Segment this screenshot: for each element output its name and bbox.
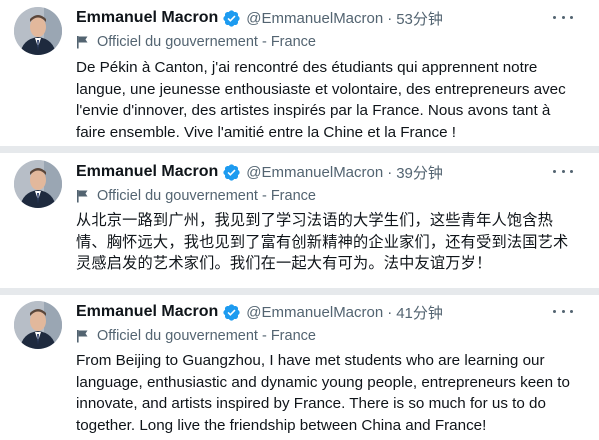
label-text: Officiel du gouvernement - France [97, 328, 316, 344]
separator-dot: · [387, 9, 393, 27]
label-text: Officiel du gouvernement - France [97, 188, 316, 204]
government-label[interactable]: Officiel du gouvernement - France [76, 186, 316, 206]
author-name[interactable]: Emmanuel Macron [76, 9, 218, 27]
government-label[interactable]: Officiel du gouvernement - France [76, 326, 316, 346]
tweet-header: Emmanuel Macron @EmmanuelMacron · 53分钟 [76, 7, 587, 29]
timeline-feed: Emmanuel Macron @EmmanuelMacron · 53分钟 O… [0, 0, 599, 440]
tweet-text: 从北京一路到广州，我见到了学习法语的大学生们，这些青年人饱含热情、胸怀远大，我也… [76, 212, 569, 272]
flag-icon [76, 35, 90, 49]
more-dots-icon[interactable] [553, 9, 573, 25]
timestamp[interactable]: 39分钟 [396, 162, 443, 183]
more-dots-icon[interactable] [553, 163, 573, 179]
tweet-divider [0, 146, 599, 153]
author-handle[interactable]: @EmmanuelMacron [246, 304, 383, 321]
timestamp[interactable]: 53分钟 [396, 8, 443, 29]
flag-icon [76, 329, 90, 343]
separator-dot: · [387, 303, 393, 321]
avatar[interactable] [14, 301, 62, 349]
tweet-text: De Pékin à Canton, j'ai rencontré des ét… [76, 59, 566, 141]
timestamp[interactable]: 41分钟 [396, 302, 443, 323]
government-label[interactable]: Officiel du gouvernement - France [76, 32, 316, 52]
separator-dot: · [387, 163, 393, 181]
avatar[interactable] [14, 160, 62, 208]
author-name[interactable]: Emmanuel Macron [76, 303, 218, 321]
label-text: Officiel du gouvernement - France [97, 34, 316, 50]
author-handle[interactable]: @EmmanuelMacron [246, 10, 383, 27]
tweet-header: Emmanuel Macron @EmmanuelMacron · 41分钟 [76, 301, 587, 323]
author-handle[interactable]: @EmmanuelMacron [246, 164, 383, 181]
tweet-divider [0, 288, 599, 295]
verified-badge-icon [222, 303, 241, 322]
verified-badge-icon [222, 163, 241, 182]
author-name[interactable]: Emmanuel Macron [76, 163, 218, 181]
flag-icon [76, 189, 90, 203]
tweet-1[interactable]: Emmanuel Macron @EmmanuelMacron · 53分钟 O… [0, 0, 599, 146]
tweet-2[interactable]: Emmanuel Macron @EmmanuelMacron · 39分钟 O… [0, 153, 599, 288]
avatar[interactable] [14, 7, 62, 55]
more-dots-icon[interactable] [553, 303, 573, 319]
tweet-text: From Beijing to Guangzhou, I have met st… [76, 352, 570, 434]
tweet-header: Emmanuel Macron @EmmanuelMacron · 39分钟 [76, 161, 587, 183]
verified-badge-icon [222, 9, 241, 28]
tweet-3[interactable]: Emmanuel Macron @EmmanuelMacron · 41分钟 O… [0, 295, 599, 440]
